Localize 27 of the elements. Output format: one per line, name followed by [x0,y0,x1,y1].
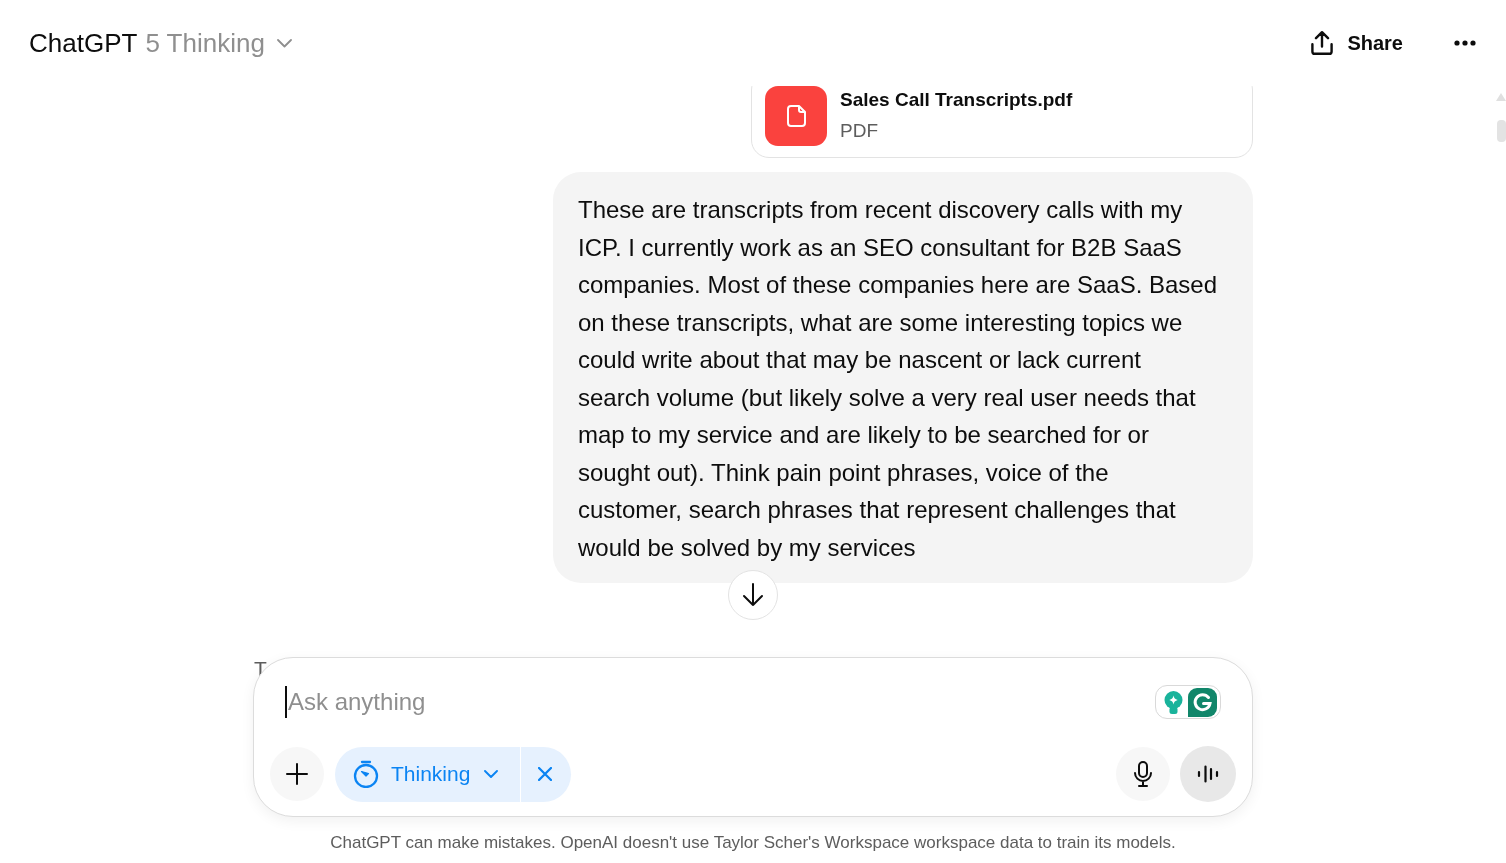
file-type: PDF [840,119,879,143]
lightbulb-icon [1164,690,1183,714]
partially-covered-text: T [254,656,267,682]
arrow-up-tray-icon [1310,31,1335,55]
file-attachment-card[interactable]: Sales Call Transcripts.pdf PDF [751,86,1253,158]
arrow-down-icon [742,583,764,607]
message-input[interactable]: Ask anything [288,683,1155,721]
close-icon [538,767,553,781]
chevron-down-icon [276,38,292,48]
remove-mode-button[interactable] [520,746,572,802]
chevron-down-icon [484,770,499,778]
disclaimer-text: ChatGPT can make mistakes. OpenAI doesn't use Taylor Scher's Workspace workspace data to train its models. [330,832,1176,854]
text-caret-icon [285,686,287,718]
stopwatch-icon [353,760,379,788]
plus-icon [286,763,308,785]
voice-mode-button[interactable] [1180,746,1236,802]
microphone-icon [1134,761,1152,787]
file-name: Sales Call Transcripts.pdf [840,88,1073,112]
scroll-down-button[interactable] [728,570,778,620]
sound-wave-icon [1197,765,1219,783]
model-selector-button[interactable]: ChatGPT 5 Thinking [29,26,292,60]
share-button[interactable]: Share [1308,24,1405,62]
scrollbar-thumb[interactable] [1497,120,1506,142]
g-logo-icon [1188,687,1217,717]
three-dots-icon [1454,40,1476,46]
message-text: These are transcripts from recent discovery calls with my ICP. I currently work as an SEO consultant for B2B SaaS companies. Most of these companies here are SaaS. Based on these transcripts, what are some interesting topics we could write about that may be nascent or lack current search volume (but likely solve a very real user needs that map to my service and are likely to be searched for or sought out). Think pain point phrases, voice of the customer, search phrases that represent challenges that would be solved by my services [578,195,1219,563]
writing-assistant-widget[interactable] [1155,685,1221,719]
